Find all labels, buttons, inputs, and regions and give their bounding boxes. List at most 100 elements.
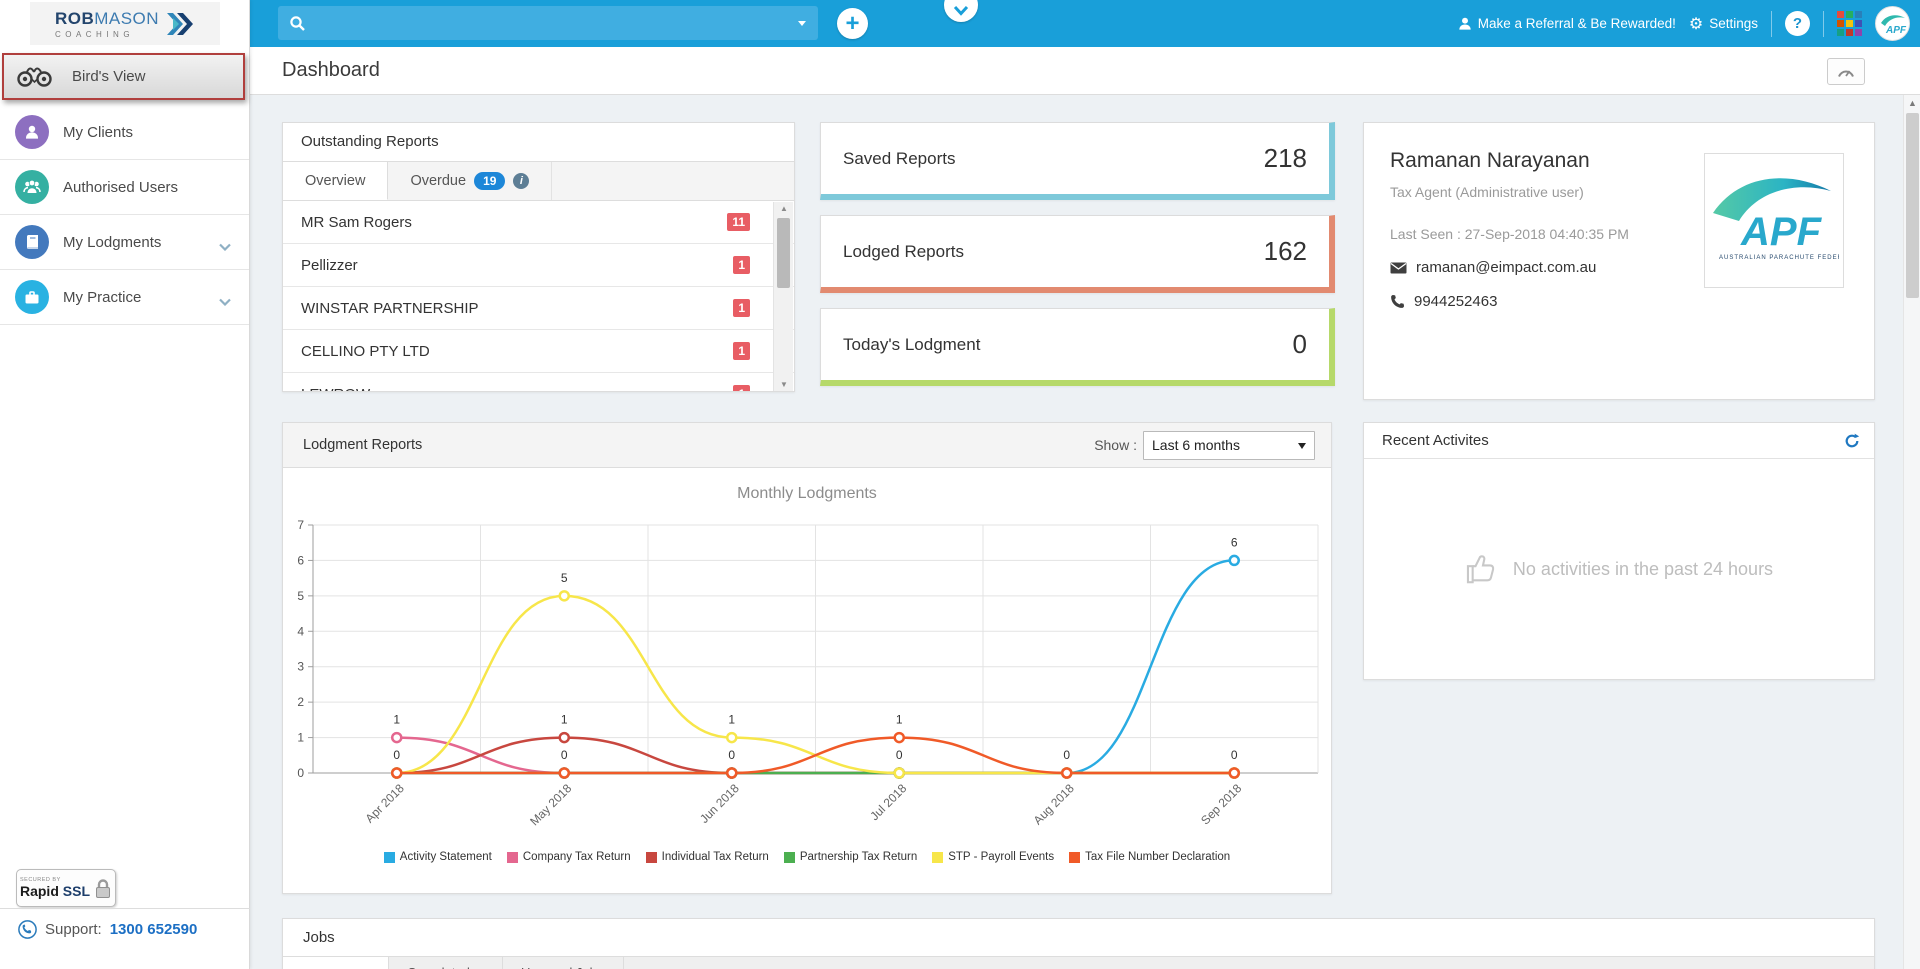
show-period-select[interactable]: Last 6 months xyxy=(1143,431,1315,460)
profile-email[interactable]: ramanan@eimpact.com.au xyxy=(1416,259,1596,276)
todays-lodgment-card[interactable]: Today's Lodgment 0 xyxy=(820,308,1335,386)
chart-card-header: Lodgment Reports Show : Last 6 months xyxy=(283,423,1331,468)
legend-item: Individual Tax Return xyxy=(646,851,769,863)
sidebar-item-my-clients[interactable]: My Clients xyxy=(0,105,249,160)
brand-arrow-icon xyxy=(165,10,195,38)
scrollbar-thumb[interactable] xyxy=(1906,113,1919,298)
envelope-icon xyxy=(1390,262,1407,274)
saved-reports-card[interactable]: Saved Reports 218 xyxy=(820,122,1335,200)
chevron-down-icon xyxy=(219,238,231,256)
outstanding-list: MR Sam Rogers 11 Pellizzer 1 WINSTAR PAR… xyxy=(283,201,794,392)
outstanding-tabs: Overview Overdue 19 i xyxy=(283,161,794,201)
support-label: Support: xyxy=(45,921,102,938)
gear-icon: ⚙ xyxy=(1689,14,1703,34)
sidebar-item-birds-view[interactable]: Bird's View xyxy=(2,53,245,100)
svg-text:Jun 2018: Jun 2018 xyxy=(697,781,742,826)
rapid-ssl-badge[interactable]: SECURED BY Rapid SSL xyxy=(16,869,116,907)
legend-item: Partnership Tax Return xyxy=(784,851,917,863)
apf-logo: APF AUSTRALIAN PARACHUTE FEDERATION xyxy=(1704,153,1844,288)
search-input[interactable] xyxy=(306,15,818,31)
apps-grid-icon[interactable] xyxy=(1837,11,1862,36)
scroll-up-icon[interactable]: ▲ xyxy=(1904,95,1920,111)
svg-text:1: 1 xyxy=(728,713,735,727)
status-badge: 1 xyxy=(733,256,750,274)
dashboard-settings-button[interactable] xyxy=(1827,58,1865,85)
tab-overview[interactable]: Overview xyxy=(283,162,388,200)
recent-activities-body: No activities in the past 24 hours xyxy=(1364,459,1874,679)
support-phone[interactable]: 1300 652590 xyxy=(110,921,198,938)
sidebar-item-my-lodgments[interactable]: My Lodgments xyxy=(0,215,249,270)
owl-icon xyxy=(14,64,58,90)
padlock-icon xyxy=(94,878,112,899)
jobs-tab-2[interactable]: Completed Jobs xyxy=(389,957,503,969)
svg-text:5: 5 xyxy=(297,589,304,603)
refresh-icon[interactable] xyxy=(1844,433,1860,449)
sidebar-item-label: Bird's View xyxy=(72,68,145,85)
sidebar: ROBMASON COACHING xyxy=(0,0,250,969)
svg-text:1: 1 xyxy=(561,713,568,727)
phone-icon xyxy=(18,920,37,939)
legend-swatch-icon xyxy=(384,852,395,863)
svg-text:1: 1 xyxy=(896,713,903,727)
sidebar-item-my-practice[interactable]: My Practice xyxy=(0,270,249,325)
monthly-lodgments-chart: 01234567010150101060Apr 2018May 2018Jun … xyxy=(283,518,1333,848)
status-badge: 1 xyxy=(733,342,750,360)
help-icon[interactable]: ? xyxy=(1785,11,1810,36)
collapse-topbar-button[interactable] xyxy=(944,0,978,22)
sidebar-item-authorised-users[interactable]: Authorised Users xyxy=(0,160,249,215)
status-badge: 1 xyxy=(733,299,750,317)
sidebar-item-label: Authorised Users xyxy=(63,179,178,196)
svg-text:0: 0 xyxy=(1063,748,1070,762)
referral-link[interactable]: Make a Referral & Be Rewarded! xyxy=(1458,16,1676,31)
svg-text:6: 6 xyxy=(1231,535,1238,549)
scrollbar-thumb[interactable] xyxy=(777,218,790,288)
jobs-title: Jobs xyxy=(283,919,1874,956)
svg-text:5: 5 xyxy=(561,571,568,585)
svg-text:6: 6 xyxy=(297,553,304,567)
book-icon xyxy=(15,225,49,259)
person-icon xyxy=(15,115,49,149)
table-row[interactable]: CELLINO PTY LTD 1 xyxy=(283,330,794,373)
recent-activities-card: Recent Activites No activities in the pa… xyxy=(1363,422,1875,680)
table-row[interactable]: LEWROW 1 xyxy=(283,373,794,392)
info-icon[interactable]: i xyxy=(513,173,529,189)
search-dropdown-caret[interactable] xyxy=(798,21,806,26)
svg-text:3: 3 xyxy=(297,660,304,674)
table-row[interactable]: WINSTAR PARTNERSHIP 1 xyxy=(283,287,794,330)
status-badge: 1 xyxy=(733,385,750,392)
legend-swatch-icon xyxy=(646,852,657,863)
group-icon xyxy=(15,170,49,204)
legend-item: Company Tax Return xyxy=(507,851,631,863)
sidebar-item-label: My Practice xyxy=(63,289,141,306)
empty-state-text: No activities in the past 24 hours xyxy=(1513,559,1773,580)
sidebar-item-label: My Lodgments xyxy=(63,234,161,251)
settings-button[interactable]: ⚙ Settings xyxy=(1689,14,1758,34)
chevron-down-icon xyxy=(219,293,231,311)
add-new-button[interactable]: + xyxy=(837,8,868,39)
practice-logo[interactable]: APF xyxy=(1875,6,1910,41)
brand-logo[interactable]: ROBMASON COACHING xyxy=(30,2,220,45)
topbar-right: Make a Referral & Be Rewarded! ⚙ Setting… xyxy=(1458,0,1910,47)
jobs-tab-1[interactable] xyxy=(283,957,389,969)
svg-text:0: 0 xyxy=(297,766,304,780)
list-scrollbar[interactable]: ▲ ▼ xyxy=(773,202,793,392)
global-search[interactable] xyxy=(278,6,818,40)
show-label: Show : xyxy=(1094,437,1137,453)
ssl-brand: Rapid SSL xyxy=(20,884,90,898)
svg-text:2: 2 xyxy=(297,695,304,709)
svg-text:May 2018: May 2018 xyxy=(527,781,574,828)
scroll-up-icon[interactable]: ▲ xyxy=(774,202,794,216)
jobs-tab-3[interactable]: Unsaved Jobs xyxy=(503,957,624,969)
jobs-card: Jobs Completed Jobs Unsaved Jobs xyxy=(282,918,1875,969)
page-scrollbar[interactable]: ▲ xyxy=(1903,95,1920,969)
topbar: + Make a Referral & Be Rewarded! ⚙ Setti… xyxy=(250,0,1920,47)
table-row[interactable]: MR Sam Rogers 11 xyxy=(283,201,794,244)
status-badge: 11 xyxy=(727,213,750,231)
legend-item: Activity Statement xyxy=(384,851,492,863)
brand-subtitle: COACHING xyxy=(55,30,159,39)
tab-overdue[interactable]: Overdue 19 i xyxy=(388,162,552,200)
scroll-down-icon[interactable]: ▼ xyxy=(774,378,794,392)
table-row[interactable]: Pellizzer 1 xyxy=(283,244,794,287)
svg-text:Aug 2018: Aug 2018 xyxy=(1031,781,1077,827)
lodged-reports-card[interactable]: Lodged Reports 162 xyxy=(820,215,1335,293)
